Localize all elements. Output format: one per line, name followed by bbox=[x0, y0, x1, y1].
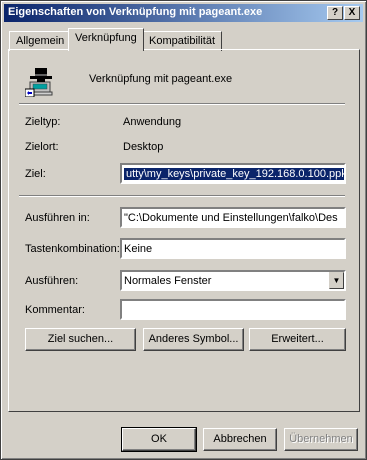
separator-2 bbox=[19, 195, 345, 197]
target-location-value: Desktop bbox=[123, 141, 164, 153]
comment-label: Kommentar: bbox=[25, 304, 85, 316]
run-in-input[interactable]: "C:\Dokumente und Einstellungen\falko\De… bbox=[120, 207, 346, 228]
properties-dialog: Eigenschaften von Verknüpfung mit pagean… bbox=[0, 0, 367, 460]
run-label: Ausführen: bbox=[25, 275, 79, 287]
hotkey-label: Tastenkombination: bbox=[25, 243, 120, 255]
separator-1 bbox=[19, 103, 345, 105]
run-select-value: Normales Fenster bbox=[124, 275, 212, 287]
shortcut-name: Verknüpfung mit pageant.exe bbox=[89, 73, 233, 85]
target-type-value: Anwendung bbox=[123, 116, 182, 128]
target-type-label: Zieltyp: bbox=[25, 116, 61, 128]
close-button[interactable]: X bbox=[344, 6, 360, 20]
chevron-down-icon[interactable]: ▼ bbox=[329, 272, 344, 289]
run-in-label: Ausführen in: bbox=[25, 212, 90, 224]
run-select[interactable]: Normales Fenster ▼ bbox=[120, 270, 346, 291]
pageant-icon bbox=[25, 68, 53, 97]
apply-button[interactable]: Übernehmen bbox=[284, 428, 358, 451]
find-target-button[interactable]: Ziel suchen... bbox=[25, 328, 136, 351]
tab-verknuepfung[interactable]: Verknüpfung bbox=[68, 28, 144, 51]
window-title: Eigenschaften von Verknüpfung mit pagean… bbox=[8, 6, 263, 18]
comment-input[interactable] bbox=[120, 299, 346, 320]
cancel-button[interactable]: Abbrechen bbox=[203, 428, 277, 451]
tab-kompatibilitaet[interactable]: Kompatibilität bbox=[142, 31, 223, 51]
ok-button[interactable]: OK bbox=[121, 427, 197, 452]
target-input-value: utty\my_keys\private_key_192.168.0.100.p… bbox=[124, 168, 344, 180]
advanced-button[interactable]: Erweitert... bbox=[249, 328, 346, 351]
target-location-label: Zielort: bbox=[25, 141, 59, 153]
tab-allgemein[interactable]: Allgemein bbox=[9, 31, 72, 51]
help-button[interactable]: ? bbox=[327, 6, 343, 20]
target-input[interactable]: utty\my_keys\private_key_192.168.0.100.p… bbox=[120, 163, 346, 184]
target-label: Ziel: bbox=[25, 168, 46, 180]
title-bar[interactable]: Eigenschaften von Verknüpfung mit pagean… bbox=[4, 4, 363, 22]
hotkey-input[interactable]: Keine bbox=[120, 238, 346, 259]
change-icon-button[interactable]: Anderes Symbol... bbox=[143, 328, 244, 351]
